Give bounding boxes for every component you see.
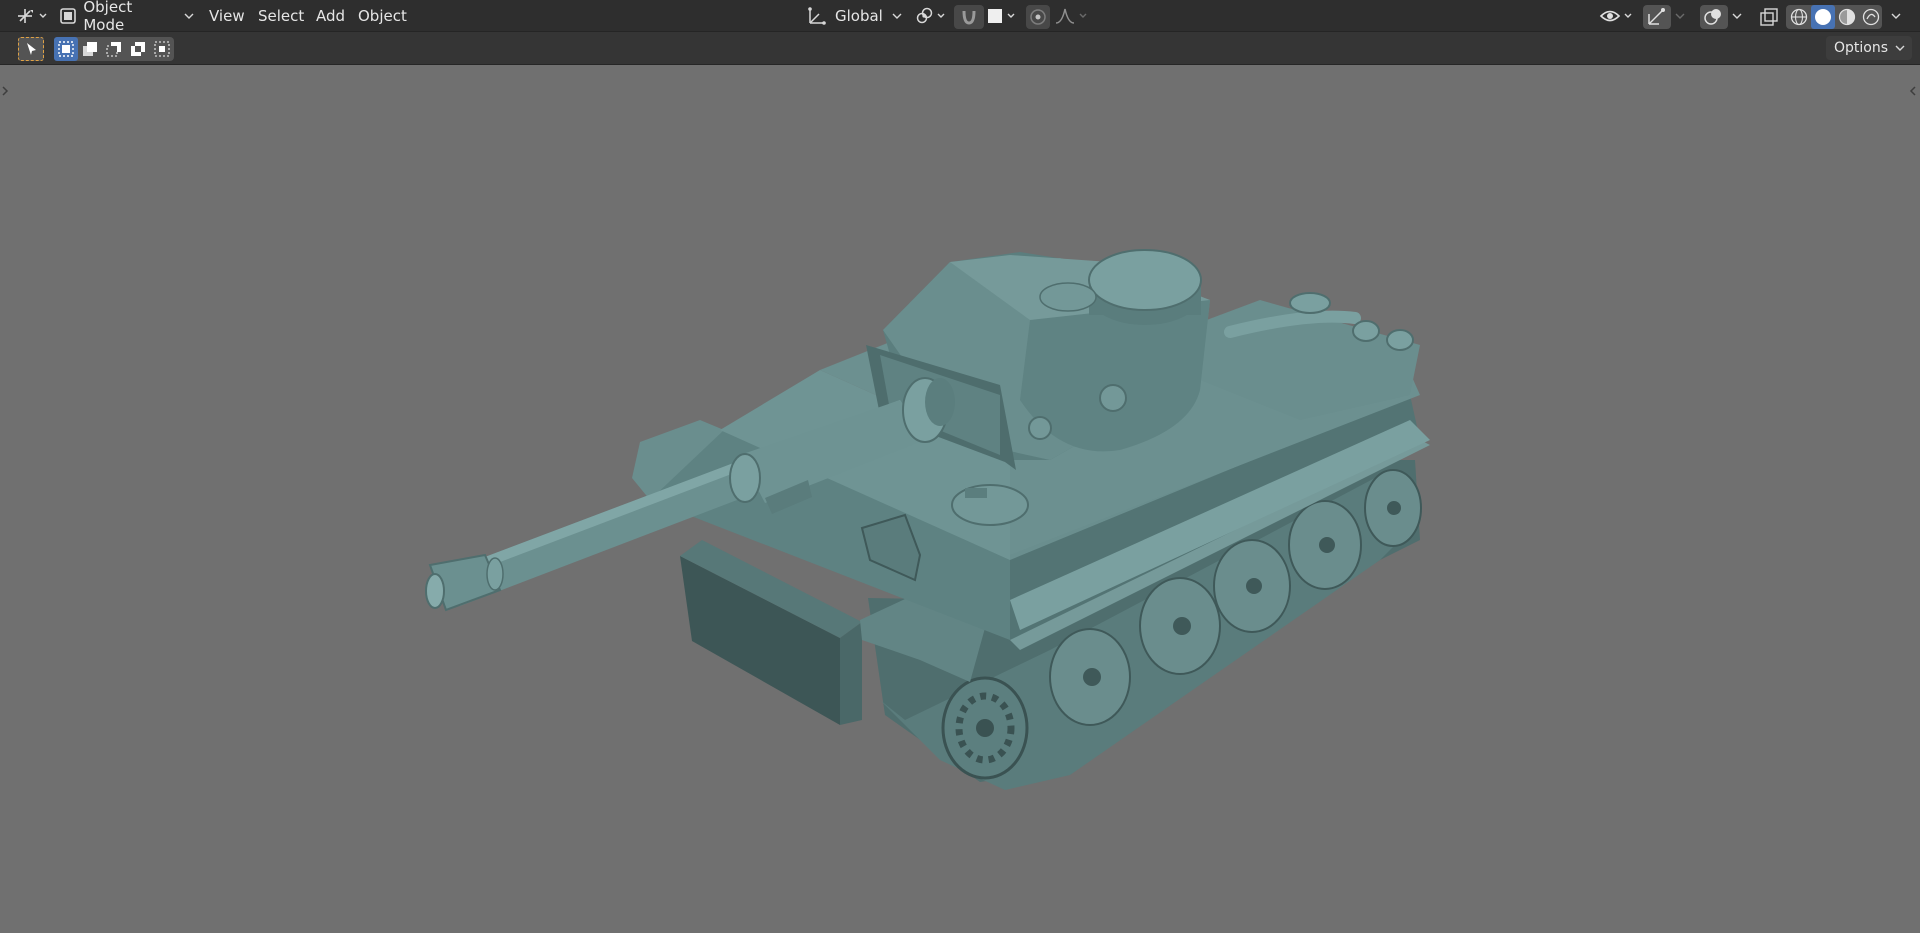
select-subtract-icon bbox=[106, 42, 121, 57]
select-intersect-icon bbox=[154, 41, 170, 57]
gizmo-icon bbox=[1648, 8, 1665, 25]
active-tool-button[interactable] bbox=[18, 37, 44, 61]
orientation-label: Global bbox=[835, 7, 883, 25]
object-mode-icon bbox=[60, 8, 76, 24]
chevron-down-icon bbox=[184, 13, 194, 19]
select-subtract-button[interactable] bbox=[102, 37, 126, 61]
shading-material-button[interactable] bbox=[1835, 5, 1859, 29]
shading-solid-button[interactable] bbox=[1811, 5, 1835, 29]
visibility-dropdown[interactable] bbox=[1598, 4, 1636, 28]
menu-add[interactable]: Add bbox=[316, 0, 345, 32]
snap-group bbox=[954, 5, 984, 29]
gizmo-dropdown[interactable] bbox=[1672, 4, 1688, 28]
chevron-down-icon bbox=[1895, 45, 1905, 51]
menu-select[interactable]: Select bbox=[258, 0, 304, 32]
select-new-button[interactable] bbox=[54, 37, 78, 61]
shading-wireframe-button[interactable] bbox=[1787, 5, 1811, 29]
snap-increment-icon bbox=[988, 9, 1015, 23]
editor-type-button[interactable] bbox=[12, 4, 50, 28]
wireframe-icon bbox=[1790, 8, 1808, 26]
chevron-down-icon bbox=[892, 13, 902, 19]
options-dropdown[interactable]: Options bbox=[1825, 36, 1912, 60]
shading-rendered-button[interactable] bbox=[1859, 5, 1883, 29]
shading-dropdown[interactable] bbox=[1886, 4, 1906, 28]
select-extend-button[interactable] bbox=[78, 37, 102, 61]
magnet-icon[interactable] bbox=[954, 5, 984, 29]
transform-orientation-dropdown[interactable]: Global bbox=[805, 4, 903, 28]
options-label: Options bbox=[1833, 40, 1888, 56]
gizmo-toggle[interactable] bbox=[1643, 5, 1671, 29]
overlays-icon bbox=[1704, 9, 1721, 25]
drive-sprocket bbox=[941, 676, 1029, 780]
select-difference-button[interactable] bbox=[126, 37, 150, 61]
tank-model[interactable] bbox=[0, 65, 1920, 933]
menu-view[interactable]: View bbox=[209, 0, 245, 32]
mode-label: Object Mode bbox=[83, 0, 133, 34]
chevron-down-icon bbox=[1732, 13, 1742, 19]
pivot-icon bbox=[916, 7, 945, 24]
select-difference-icon bbox=[131, 42, 145, 56]
select-set-icon bbox=[58, 41, 74, 57]
select-cursor-icon bbox=[27, 43, 36, 55]
proportional-falloff-dropdown[interactable] bbox=[1052, 4, 1092, 28]
solid-shading-icon bbox=[1815, 9, 1831, 25]
orientation-icon bbox=[808, 7, 826, 25]
mode-dropdown[interactable]: Object Mode bbox=[58, 0, 194, 34]
material-preview-icon bbox=[1838, 8, 1856, 26]
proportional-edit-toggle[interactable] bbox=[1026, 5, 1050, 29]
overlays-toggle[interactable] bbox=[1700, 5, 1728, 29]
xray-icon bbox=[1760, 8, 1778, 26]
pivot-point-dropdown[interactable] bbox=[912, 4, 948, 28]
falloff-curve-icon bbox=[1055, 8, 1087, 24]
view3d-icon bbox=[18, 9, 47, 23]
rendered-icon bbox=[1862, 8, 1880, 26]
xray-toggle[interactable] bbox=[1756, 5, 1782, 29]
select-intersect-button[interactable] bbox=[150, 37, 174, 61]
chevron-down-icon bbox=[1675, 13, 1685, 19]
proportional-icon bbox=[1030, 9, 1046, 25]
chevron-down-icon bbox=[1891, 13, 1901, 19]
eye-icon bbox=[1599, 10, 1632, 22]
select-extend-icon bbox=[83, 42, 97, 56]
3d-viewport[interactable] bbox=[0, 65, 1920, 933]
viewport-header: Object Mode View Select Add Object Globa… bbox=[0, 0, 1920, 34]
menu-object[interactable]: Object bbox=[358, 0, 407, 32]
overlays-dropdown[interactable] bbox=[1729, 4, 1745, 28]
tool-settings-bar: Options bbox=[0, 32, 1920, 65]
snap-target-dropdown[interactable] bbox=[984, 4, 1020, 28]
